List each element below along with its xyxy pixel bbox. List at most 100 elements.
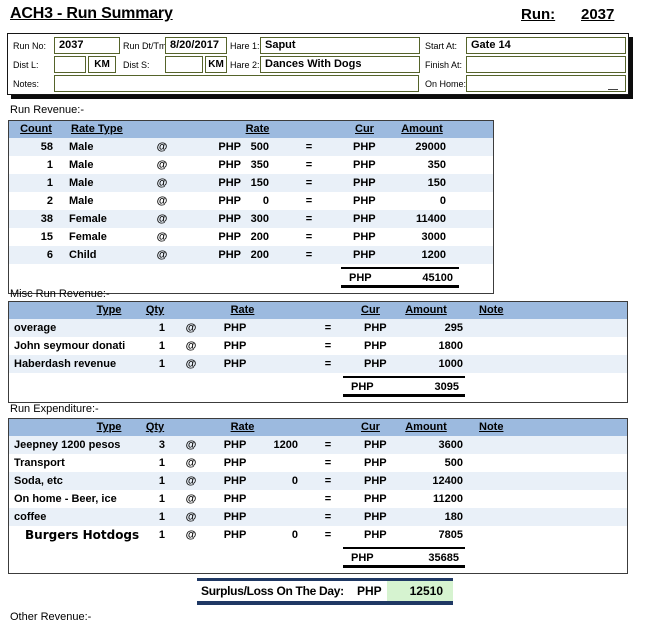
table-row[interactable]: 58Male@PHP500=PHP29000 bbox=[9, 138, 493, 156]
cell-eq: = bbox=[304, 319, 352, 337]
table-row[interactable]: 6Child@PHP200=PHP1200 bbox=[9, 246, 493, 264]
cell-rval bbox=[259, 454, 304, 472]
cell-type: Male bbox=[63, 138, 147, 156]
table-row[interactable]: Transport1@PHP=PHP500 bbox=[9, 454, 627, 472]
misc-revenue-rows: overage1@PHP=PHP295John seymour donati1@… bbox=[9, 319, 627, 373]
cell-at: @ bbox=[171, 436, 211, 454]
cell-cur: PHP bbox=[352, 319, 407, 337]
cell-eq: = bbox=[304, 472, 352, 490]
cell-eq: = bbox=[275, 192, 343, 210]
hare1-label: Hare 1: bbox=[230, 40, 260, 52]
cell-qty: 1 bbox=[139, 454, 171, 472]
header-spacer bbox=[304, 419, 352, 436]
table-row[interactable]: Soda, etc1@PHP0=PHP12400 bbox=[9, 472, 627, 490]
on-home-field[interactable] bbox=[466, 75, 626, 92]
cell-at: @ bbox=[147, 156, 177, 174]
dist-s-field[interactable] bbox=[165, 56, 203, 73]
header-count: Count bbox=[9, 121, 63, 138]
table-row[interactable]: 15Female@PHP200=PHP3000 bbox=[9, 228, 493, 246]
table-row[interactable]: John seymour donati1@PHP=PHP1800 bbox=[9, 337, 627, 355]
run-revenue-header-row: Count Rate Type Rate Cur Amount bbox=[9, 121, 493, 138]
hare2-label: Hare 2: bbox=[230, 59, 260, 71]
cell-type: Soda, etc bbox=[9, 472, 139, 490]
cell-count: 58 bbox=[9, 138, 63, 156]
cell-rval: 0 bbox=[241, 192, 275, 210]
run-dt-field[interactable]: 8/20/2017 bbox=[165, 37, 227, 54]
cell-note bbox=[475, 337, 627, 355]
run-dt-label: Run Dt/Tm: bbox=[123, 40, 169, 52]
notes-field[interactable] bbox=[54, 75, 419, 92]
table-row[interactable]: Jeepney 1200 pesos3@PHP1200=PHP3600 bbox=[9, 436, 627, 454]
cell-rval: 200 bbox=[241, 228, 275, 246]
misc-revenue-section-label: Misc Run Revenue:- bbox=[10, 288, 110, 300]
cell-at: @ bbox=[171, 472, 211, 490]
cell-type: Child bbox=[63, 246, 147, 264]
cell-eq: = bbox=[275, 174, 343, 192]
header-type: Type bbox=[9, 302, 139, 319]
run-header-form: Run No: 2037 Run Dt/Tm: 8/20/2017 Hare 1… bbox=[7, 33, 629, 95]
cell-cur: PHP bbox=[352, 508, 407, 526]
cell-eq: = bbox=[304, 508, 352, 526]
cell-marker bbox=[608, 89, 618, 90]
surplus-cur: PHP bbox=[357, 584, 387, 598]
cell-type: John seymour donati bbox=[9, 337, 139, 355]
table-row[interactable]: 1Male@PHP350=PHP350 bbox=[9, 156, 493, 174]
cell-type: Female bbox=[63, 210, 147, 228]
header-qty: Qty bbox=[139, 302, 171, 319]
cell-eq: = bbox=[275, 210, 343, 228]
table-row[interactable]: Burgers Hotdogs1@PHP0=PHP7805 bbox=[9, 526, 627, 544]
cell-rval bbox=[259, 355, 304, 373]
cell-count: 6 bbox=[9, 246, 63, 264]
finish-at-field[interactable] bbox=[466, 56, 626, 73]
cell-note bbox=[475, 490, 627, 508]
other-revenue-section-label: Other Revenue:- bbox=[10, 611, 91, 623]
dist-l-field[interactable] bbox=[54, 56, 86, 73]
cell-qty: 1 bbox=[139, 508, 171, 526]
hare2-field[interactable]: Dances With Dogs bbox=[260, 56, 420, 73]
misc-revenue-total: PHP 3095 bbox=[343, 376, 465, 397]
run-expenditure-rows: Jeepney 1200 pesos3@PHP1200=PHP3600Trans… bbox=[9, 436, 627, 544]
cell-rcur: PHP bbox=[177, 210, 241, 228]
misc-revenue-header-row: Type Qty Rate Cur Amount Note bbox=[9, 302, 627, 319]
table-row[interactable]: overage1@PHP=PHP295 bbox=[9, 319, 627, 337]
total-amount: 3095 bbox=[435, 378, 465, 394]
table-row[interactable]: Haberdash revenue1@PHP=PHP1000 bbox=[9, 355, 627, 373]
total-cur: PHP bbox=[341, 269, 372, 285]
surplus-bar: Surplus/Loss On The Day: PHP 12510 bbox=[197, 578, 453, 605]
header-cur: Cur bbox=[352, 302, 407, 319]
run-no-field[interactable]: 2037 bbox=[54, 37, 120, 54]
header-rate: Rate bbox=[171, 419, 304, 436]
table-row[interactable]: 38Female@PHP300=PHP11400 bbox=[9, 210, 493, 228]
dist-l-unit: KM bbox=[88, 56, 116, 73]
run-number: 2037 bbox=[581, 6, 614, 23]
header-rate: Rate bbox=[147, 121, 343, 138]
table-row[interactable]: On home - Beer, ice1@PHP=PHP11200 bbox=[9, 490, 627, 508]
header-qty: Qty bbox=[139, 419, 171, 436]
total-amount: 35685 bbox=[428, 549, 465, 565]
cell-count: 15 bbox=[9, 228, 63, 246]
header-rate: Rate bbox=[171, 302, 304, 319]
cell-at: @ bbox=[171, 355, 211, 373]
cell-rval: 200 bbox=[241, 246, 275, 264]
cell-note bbox=[475, 454, 627, 472]
run-expenditure-header-row: Type Qty Rate Cur Amount Note bbox=[9, 419, 627, 436]
header-amount: Amount bbox=[407, 419, 475, 436]
surplus-amount[interactable]: 12510 bbox=[387, 581, 453, 601]
cell-type: overage bbox=[9, 319, 139, 337]
start-at-field[interactable]: Gate 14 bbox=[466, 37, 626, 54]
cell-amount: 3600 bbox=[407, 436, 475, 454]
cell-rcur: PHP bbox=[211, 355, 259, 373]
cell-cur: PHP bbox=[352, 337, 407, 355]
cell-at: @ bbox=[147, 174, 177, 192]
table-row[interactable]: coffee1@PHP=PHP180 bbox=[9, 508, 627, 526]
total-amount: 45100 bbox=[422, 269, 459, 285]
table-row[interactable]: 1Male@PHP150=PHP150 bbox=[9, 174, 493, 192]
cell-cur: PHP bbox=[343, 174, 386, 192]
cell-rcur: PHP bbox=[211, 454, 259, 472]
hare1-field[interactable]: Saput bbox=[260, 37, 420, 54]
table-row[interactable]: 2Male@PHP0=PHP0 bbox=[9, 192, 493, 210]
cell-type: Male bbox=[63, 174, 147, 192]
cell-rval: 150 bbox=[241, 174, 275, 192]
cell-cur: PHP bbox=[352, 526, 407, 544]
cell-rval: 300 bbox=[241, 210, 275, 228]
